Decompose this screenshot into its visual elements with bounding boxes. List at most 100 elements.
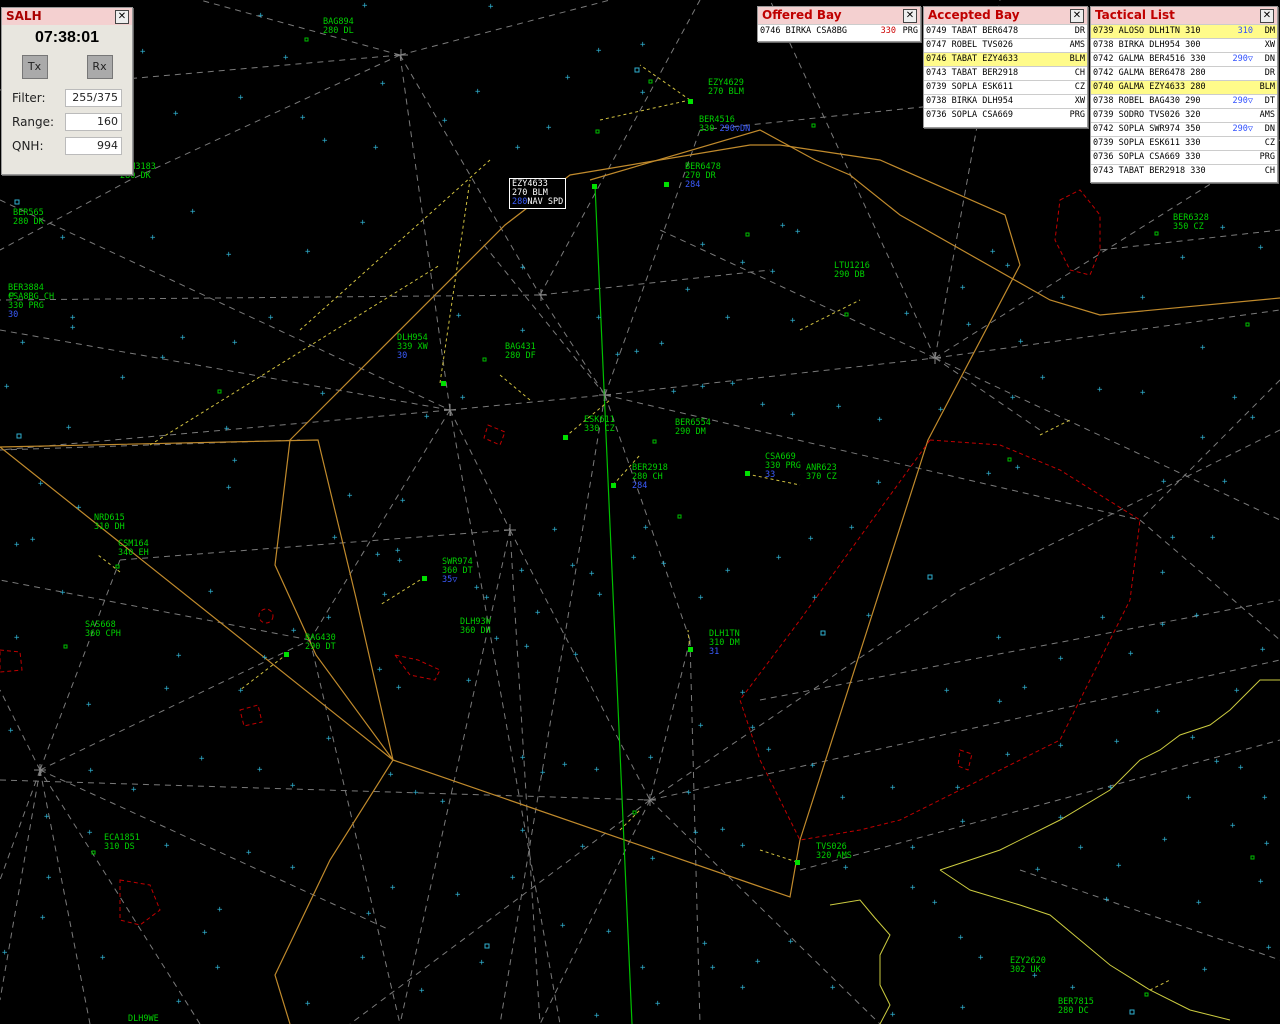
- track-label[interactable]: SWR974 360 DT 35▽: [442, 558, 473, 585]
- tactical-list-row[interactable]: 0742 SOPLA SWR974 350 290▽ DN: [1091, 122, 1277, 136]
- track-label[interactable]: DLH9WE: [128, 1015, 159, 1024]
- row-destination: DR: [1264, 68, 1275, 78]
- track-label[interactable]: NRD615 310 DH: [94, 514, 125, 532]
- track-label[interactable]: BER2918 280 CH 284: [632, 464, 668, 491]
- tx-button[interactable]: Tx: [21, 55, 48, 79]
- row-level[interactable]: 290▽: [1233, 53, 1253, 66]
- accepted-bay-row[interactable]: 0749 TABAT BER6478 DR: [924, 24, 1087, 38]
- accepted-bay-row[interactable]: 0747 ROBEL TVS026 AMS: [924, 38, 1087, 52]
- track-label[interactable]: CSA669 330 PRG 33: [765, 453, 801, 480]
- rx-button[interactable]: Rx: [86, 55, 113, 79]
- track-label[interactable]: BER4516 330 290▽DN: [699, 116, 750, 134]
- svg-text:+: +: [60, 233, 66, 243]
- offered-bay-window[interactable]: Offered Bay ✕ 0746 BIRKA CSA8BG 330 PRG: [757, 6, 921, 42]
- svg-text:+: +: [740, 841, 746, 851]
- track-label[interactable]: CSM164 340 EH: [118, 540, 149, 558]
- tactical-list-row[interactable]: 0742 GALMA BER4516 330 290▽ DN: [1091, 52, 1277, 66]
- row-destination: CZ: [1264, 138, 1275, 148]
- history-dots: [9, 37, 1255, 997]
- track-label[interactable]: ANR623 370 CZ: [806, 464, 837, 482]
- navaid-stars: [34, 49, 941, 806]
- qnh-field[interactable]: 994: [65, 137, 122, 155]
- close-icon[interactable]: ✕: [115, 10, 129, 24]
- svg-text:+: +: [268, 313, 274, 323]
- close-icon[interactable]: ✕: [903, 9, 917, 23]
- svg-text:+: +: [46, 873, 52, 883]
- range-label: Range:: [12, 115, 55, 129]
- track-label[interactable]: SAS668 360 CPH: [85, 621, 121, 639]
- tactical-list-title-bar[interactable]: Tactical List ✕: [1091, 7, 1277, 24]
- row-level[interactable]: 310: [1238, 25, 1253, 38]
- track-label[interactable]: ESK611 330 CZ: [584, 416, 615, 434]
- salh-title-bar[interactable]: SALH ✕: [2, 8, 132, 25]
- svg-text:+: +: [484, 593, 490, 603]
- svg-text:+: +: [226, 250, 232, 260]
- row-level[interactable]: 290▽: [1233, 123, 1253, 136]
- offered-bay-row[interactable]: 0746 BIRKA CSA8BG 330 PRG: [758, 24, 920, 38]
- tactical-list-row[interactable]: 0740 GALMA EZY4633 280 BLM: [1091, 80, 1277, 94]
- accepted-bay-title-bar[interactable]: Accepted Bay ✕: [924, 7, 1087, 24]
- svg-text:+: +: [1160, 620, 1166, 630]
- track-label[interactable]: CSA8BG CH 330 PRG 30: [8, 293, 54, 320]
- tactical-list-row[interactable]: 0739 SOPLA ESK611 330 CZ: [1091, 136, 1277, 150]
- close-icon[interactable]: ✕: [1260, 9, 1274, 23]
- tactical-list-row[interactable]: 0739 ALOSO DLH1TN 310 310 DM: [1091, 24, 1277, 38]
- track-label[interactable]: BAG431 280 DF: [505, 343, 536, 361]
- accepted-bay-row[interactable]: 0739 SOPLA ESK611 CZ: [924, 80, 1087, 94]
- close-icon[interactable]: ✕: [1070, 9, 1084, 23]
- range-field[interactable]: 160: [65, 113, 122, 131]
- accepted-bay-window[interactable]: Accepted Bay ✕ 0749 TABAT BER6478 DR 0747 …: [923, 6, 1088, 128]
- svg-text:+: +: [262, 653, 268, 663]
- track-label[interactable]: BER6328 350 CZ: [1173, 214, 1209, 232]
- svg-text:+: +: [494, 634, 500, 644]
- radar-display[interactable]: +++ + ++++ +++ + ++++ ++++ + +++ ++++ ++++ …: [0, 0, 1280, 1024]
- track-label[interactable]: DLH1TN 310 DM 31: [709, 630, 740, 657]
- track-label[interactable]: TVS026 320 AMS: [816, 843, 852, 861]
- selected-track-nav[interactable]: NAV SPD: [527, 197, 563, 207]
- selected-track-label[interactable]: EZY4633 270 BLM 280NAV SPD: [509, 178, 567, 209]
- svg-text:+: +: [413, 788, 419, 798]
- beacons: [14, 67, 1135, 1015]
- track-label[interactable]: LTU1216 290 DB: [834, 262, 870, 280]
- selected-track-cfl[interactable]: 280: [512, 197, 527, 207]
- track-label[interactable]: DLH954 339 XW 30: [397, 334, 428, 361]
- track-label[interactable]: BAG894 280 DL: [323, 18, 354, 36]
- track-level: 310 DS: [104, 842, 135, 852]
- track-label[interactable]: EZY2620 302 UK: [1010, 957, 1046, 975]
- track-label[interactable]: DLH93W 360 DH: [460, 618, 491, 636]
- row-level[interactable]: 330: [881, 25, 896, 38]
- track-label[interactable]: BER6554 290 DM: [675, 419, 711, 437]
- track-label[interactable]: BER7815 280 DC: [1058, 998, 1094, 1016]
- offered-bay-title-bar[interactable]: Offered Bay ✕: [758, 7, 920, 24]
- svg-text:+: +: [1114, 737, 1120, 747]
- tactical-list-row[interactable]: 0743 TABAT BER2918 330 CH: [1091, 164, 1277, 178]
- waypoints: +++ + ++++ +++ + ++++ ++++ + +++ ++++ ++++ …: [2, 1, 1272, 1021]
- svg-text:+: +: [1186, 793, 1192, 803]
- accepted-bay-row[interactable]: 0738 BIRKA DLH954 XW: [924, 94, 1087, 108]
- svg-text:+: +: [836, 402, 842, 412]
- track-label[interactable]: BER565 280 DK: [13, 209, 44, 227]
- tactical-list-row[interactable]: 0739 SODRO TVS026 320 AMS: [1091, 108, 1277, 122]
- track-label[interactable]: ECA1851 310 DS: [104, 834, 140, 852]
- track-label[interactable]: EZY4629 270 BLM: [708, 79, 744, 97]
- track-label[interactable]: BER6478 270 DR 284: [685, 163, 721, 190]
- tactical-list-row[interactable]: 0742 GALMA BER6478 280 DR: [1091, 66, 1277, 80]
- filter-field[interactable]: 255/375: [65, 89, 122, 107]
- row-flight: 0742 GALMA BER4516 330: [1093, 54, 1206, 64]
- accepted-bay-row[interactable]: 0736 SOPLA CSA669 PRG: [924, 108, 1087, 122]
- accepted-bay-row[interactable]: 0743 TABAT BER2918 CH: [924, 66, 1087, 80]
- tactical-list-row[interactable]: 0736 SOPLA CSA669 330 PRG: [1091, 150, 1277, 164]
- svg-text:+: +: [812, 593, 818, 603]
- track-label[interactable]: BAG430 290 DT: [305, 634, 336, 652]
- salh-window[interactable]: SALH ✕ 07:38:01 Tx Rx Filter: 255/375 Ra…: [1, 7, 133, 175]
- svg-text:+: +: [1018, 337, 1024, 347]
- svg-text:+: +: [215, 963, 221, 973]
- tactical-list-window[interactable]: Tactical List ✕ 0739 ALOSO DLH1TN 310 310…: [1090, 6, 1278, 183]
- svg-text:+: +: [740, 983, 746, 993]
- svg-text:+: +: [631, 553, 637, 563]
- row-level[interactable]: 290▽: [1233, 95, 1253, 108]
- tactical-list-row[interactable]: 0738 BIRKA DLH954 300 XW: [1091, 38, 1277, 52]
- tactical-list-row[interactable]: 0738 ROBEL BAG430 290 290▽ DT: [1091, 94, 1277, 108]
- svg-text:+: +: [1196, 898, 1202, 908]
- accepted-bay-row[interactable]: 0746 TABAT EZY4633 BLM: [924, 52, 1087, 66]
